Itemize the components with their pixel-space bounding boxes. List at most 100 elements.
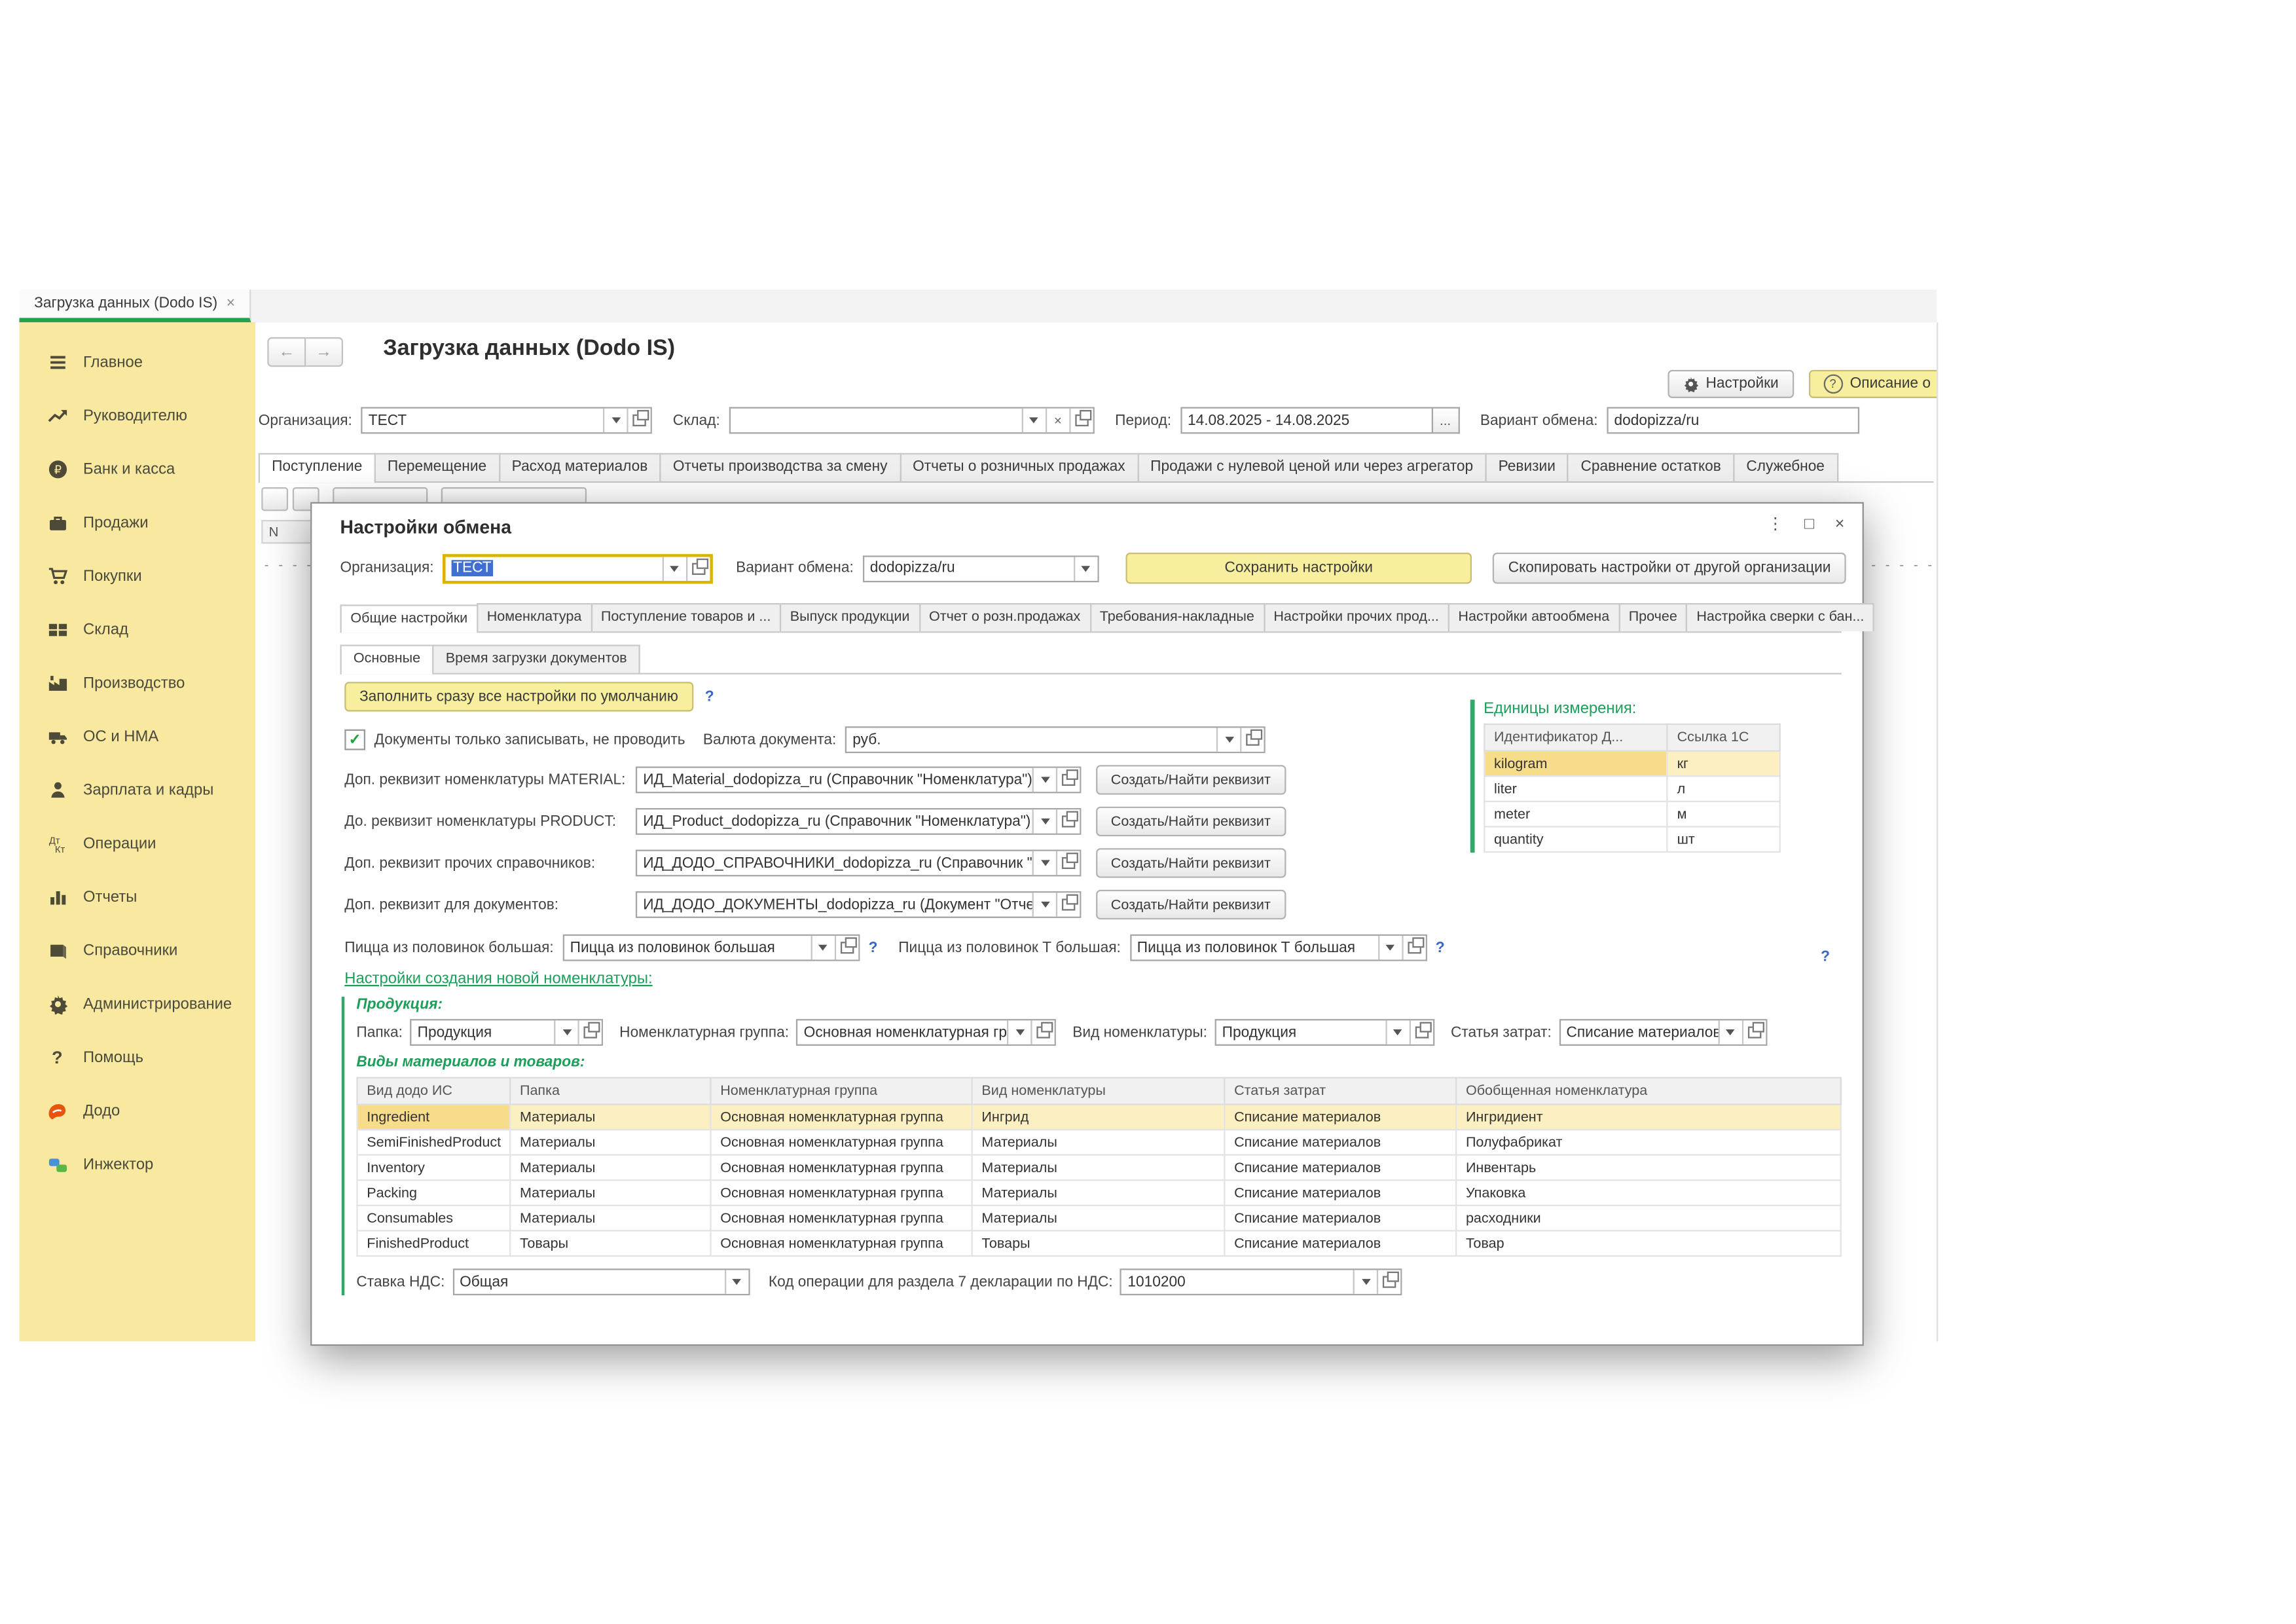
requisite-material-field[interactable]: ИД_Material_dodopizza_ru (Справочник "Но…	[636, 767, 1082, 794]
materials-row-semifinished[interactable]: SemiFinishedProductМатериалыОсновная ном…	[357, 1130, 1841, 1155]
open-icon[interactable]	[834, 936, 858, 959]
description-button[interactable]: ? Описание о	[1808, 370, 1938, 398]
tab-sravnenie-ostatkov[interactable]: Сравнение остатков	[1567, 453, 1734, 481]
materials-row-consumables[interactable]: ConsumablesМатериалыОсновная номенклатур…	[357, 1206, 1841, 1231]
maximize-icon[interactable]: □	[1804, 515, 1814, 532]
open-icon[interactable]	[1056, 893, 1080, 916]
copy-settings-button[interactable]: Скопировать настройки от другой организа…	[1493, 553, 1846, 584]
open-icon[interactable]	[685, 557, 709, 580]
open-icon[interactable]	[627, 409, 650, 432]
sidebar-item-warehouse[interactable]: Склад	[19, 614, 255, 645]
tab-otchet-rozn[interactable]: Отчет о розн.продажах	[919, 603, 1091, 631]
op-code-field[interactable]: 1010200	[1120, 1268, 1402, 1295]
materials-row-packing[interactable]: PackingМатериалыОсновная номенклатурная …	[357, 1180, 1841, 1206]
dropdown-icon[interactable]	[1007, 1020, 1030, 1044]
dropdown-icon[interactable]	[1021, 409, 1045, 432]
pizza-left-field[interactable]: Пицца из половинок большая	[562, 934, 860, 961]
sidebar-item-os-nma[interactable]: ОС и НМА	[19, 720, 255, 752]
tab-obschie-nastroyki[interactable]: Общие настройки	[340, 604, 478, 633]
tab-vypusk-produkcii[interactable]: Выпуск продукции	[780, 603, 920, 631]
sidebar-item-salary[interactable]: Зарплата и кадры	[19, 774, 255, 805]
tab-peremeschenie[interactable]: Перемещение	[374, 453, 500, 481]
requisite-product-field[interactable]: ИД_Product_dodopizza_ru (Справочник "Ном…	[636, 808, 1082, 835]
open-icon[interactable]	[1377, 1270, 1400, 1294]
warehouse-field[interactable]: ×	[729, 407, 1094, 434]
subtab-osnovnye[interactable]: Основные	[340, 644, 433, 674]
more-icon[interactable]: ⋮	[1767, 514, 1783, 533]
period-field[interactable]: 14.08.2025 - 14.08.2025	[1180, 407, 1433, 434]
help-mark[interactable]: ?	[1436, 940, 1445, 956]
sidebar-item-purchases[interactable]: Покупки	[19, 560, 255, 591]
open-icon[interactable]	[1402, 936, 1425, 959]
folder-field[interactable]: Продукция	[410, 1019, 603, 1046]
units-row[interactable]: kilogramкг	[1484, 751, 1779, 777]
create-find-button[interactable]: Создать/Найти реквизит	[1096, 765, 1285, 794]
requisite-references-field[interactable]: ИД_ДОДО_СПРАВОЧНИКИ_dodopizza_ru (Справо…	[636, 850, 1082, 877]
tab-postuplenie[interactable]: Поступление	[259, 453, 376, 483]
units-row[interactable]: meterм	[1484, 802, 1779, 827]
close-icon[interactable]: ×	[1835, 515, 1845, 532]
sidebar-item-production[interactable]: Производство	[19, 667, 255, 699]
requisite-documents-field[interactable]: ИД_ДОДО_ДОКУМЕНТЫ_dodopizza_ru (Документ…	[636, 891, 1082, 918]
nom-type-field[interactable]: Продукция	[1214, 1019, 1434, 1046]
tab-sluzhebnoe[interactable]: Служебное	[1733, 453, 1838, 481]
organization-field[interactable]: ТЕСТ	[361, 407, 652, 434]
dropdown-icon[interactable]	[1377, 936, 1401, 959]
tab-postuplenie-tovarov[interactable]: Поступление товаров и ...	[591, 603, 781, 631]
back-button[interactable]: ←	[267, 337, 306, 367]
sidebar-item-home[interactable]: Главное	[19, 346, 255, 378]
vat-field[interactable]: Общая	[452, 1268, 750, 1295]
open-icon[interactable]	[1056, 809, 1080, 833]
open-icon[interactable]	[1069, 409, 1093, 432]
units-row[interactable]: literл	[1484, 776, 1779, 802]
sidebar-item-reports[interactable]: Отчеты	[19, 881, 255, 912]
forward-button[interactable]: →	[306, 337, 343, 367]
dropdown-icon[interactable]	[554, 1020, 577, 1044]
open-icon[interactable]	[1409, 1020, 1432, 1044]
dropdown-icon[interactable]	[1718, 1020, 1741, 1044]
dialog-organization-field[interactable]: ТЕСТ	[443, 553, 712, 583]
tab-close-icon[interactable]: ×	[227, 295, 235, 312]
create-find-button[interactable]: Создать/Найти реквизит	[1096, 807, 1285, 836]
tab-revizii[interactable]: Ревизии	[1485, 453, 1569, 481]
write-only-checkbox[interactable]: ✓	[344, 729, 365, 750]
pizza-right-field[interactable]: Пицца из половинок Т большая	[1129, 934, 1427, 961]
sidebar-item-help[interactable]: ? Помощь	[19, 1041, 255, 1073]
tab-prochee[interactable]: Прочее	[1618, 603, 1688, 631]
dropdown-icon[interactable]	[662, 557, 685, 580]
cost-item-field[interactable]: Списание материалов	[1559, 1019, 1767, 1046]
currency-field[interactable]: руб.	[845, 726, 1266, 753]
tab-prodazhi-nulevoy[interactable]: Продажи с нулевой ценой или через агрега…	[1137, 453, 1487, 481]
materials-row-finishedproduct[interactable]: FinishedProductТоварыОсновная номенклату…	[357, 1230, 1841, 1256]
tab-avtoobmen[interactable]: Настройки автообмена	[1448, 603, 1620, 631]
materials-row-inventory[interactable]: InventoryМатериалыОсновная номенклатурна…	[357, 1155, 1841, 1181]
dropdown-icon[interactable]	[1032, 851, 1056, 875]
settings-button[interactable]: Настройки	[1667, 370, 1794, 398]
sidebar-item-references[interactable]: Справочники	[19, 934, 255, 966]
dropdown-icon[interactable]	[724, 1270, 748, 1294]
dropdown-icon[interactable]	[1073, 557, 1097, 580]
sidebar-item-dodo[interactable]: Додо	[19, 1095, 255, 1126]
subtab-vremya-zagruzki[interactable]: Время загрузки документов	[432, 644, 640, 673]
materials-row-ingredient[interactable]: IngredientМатериалыОсновная номенклатурн…	[357, 1105, 1841, 1130]
sidebar-item-sales[interactable]: Продажи	[19, 507, 255, 538]
sidebar-item-administration[interactable]: Администрирование	[19, 988, 255, 1020]
window-tab-active[interactable]: Загрузка данных (Dodo IS) ×	[19, 289, 251, 322]
sidebar-item-injector[interactable]: Инжектор	[19, 1148, 255, 1179]
dropdown-icon[interactable]	[603, 409, 627, 432]
sidebar-item-manager[interactable]: Руководителю	[19, 399, 255, 431]
tab-trebovaniya-nakladnye[interactable]: Требования-накладные	[1089, 603, 1265, 631]
dropdown-icon[interactable]	[1353, 1270, 1377, 1294]
dropdown-icon[interactable]	[811, 936, 834, 959]
dropdown-icon[interactable]	[1032, 809, 1056, 833]
help-mark[interactable]: ?	[1821, 950, 1830, 966]
save-settings-button[interactable]: Сохранить настройки	[1125, 553, 1472, 584]
open-icon[interactable]	[1240, 728, 1264, 752]
create-find-button[interactable]: Создать/Найти реквизит	[1096, 890, 1285, 919]
create-find-button[interactable]: Создать/Найти реквизит	[1096, 848, 1285, 877]
tab-otchety-roznichnyh[interactable]: Отчеты о розничных продажах	[900, 453, 1139, 481]
new-nomenclature-heading[interactable]: Настройки создания новой номенклатуры:	[344, 970, 652, 987]
dropdown-icon[interactable]	[1032, 893, 1056, 916]
open-icon[interactable]	[1056, 768, 1080, 792]
exchange-variant-field[interactable]: dodopizza/ru	[1607, 407, 1859, 434]
